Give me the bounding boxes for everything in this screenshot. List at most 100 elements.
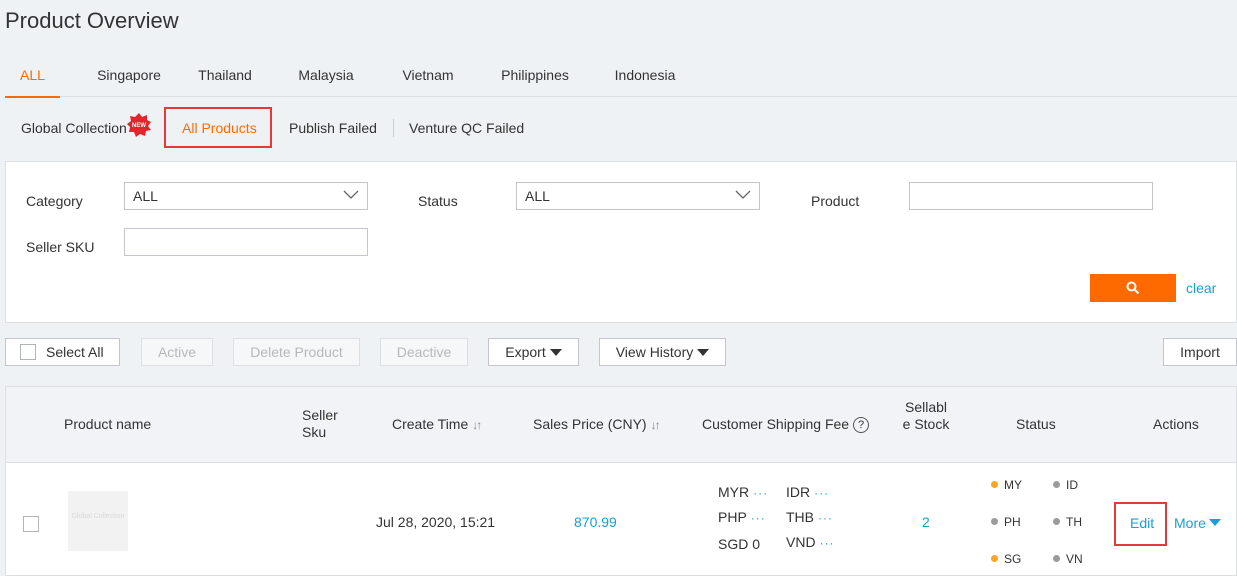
status-dot-icon: [991, 555, 998, 562]
chevron-down-icon: [343, 190, 359, 199]
status-dot-icon: [1053, 555, 1060, 562]
import-button[interactable]: Import: [1163, 338, 1237, 366]
col-sellable-stock: Sellable Stock: [902, 399, 950, 432]
row-checkbox[interactable]: [23, 516, 39, 532]
select-all-checkbox[interactable]: [20, 344, 36, 360]
shipping-myr[interactable]: MYR ···: [718, 484, 768, 500]
active-button[interactable]: Active: [141, 338, 213, 366]
tab-thailand[interactable]: Thailand: [190, 56, 260, 97]
sort-icon[interactable]: ↓↑: [651, 418, 661, 432]
status-dot-icon: [1053, 518, 1060, 525]
col-create-time[interactable]: Create Time ↓↑: [392, 416, 482, 432]
sub-tabs: Global Collection NEW All Products Publi…: [5, 104, 605, 150]
chevron-down-icon: [735, 190, 751, 199]
select-all-label: Select All: [46, 344, 104, 360]
sort-icon[interactable]: ↓↑: [472, 418, 482, 432]
export-label: Export: [505, 344, 546, 360]
status-my: MY: [991, 478, 1022, 492]
currency-label: VND: [786, 534, 816, 550]
status-th: TH: [1053, 515, 1082, 529]
search-button[interactable]: [1090, 274, 1176, 302]
row-sales-price[interactable]: 870.99: [574, 514, 617, 530]
status-label: TH: [1066, 515, 1082, 529]
country-tabs: ALL Singapore Thailand Malaysia Vietnam …: [5, 56, 1237, 98]
more-dots-icon: ···: [814, 486, 830, 500]
new-badge-icon: NEW: [127, 113, 151, 137]
status-id: ID: [1053, 478, 1078, 492]
caret-down-icon: [549, 349, 562, 356]
search-icon: [1126, 281, 1140, 295]
currency-label: PHP: [718, 509, 747, 525]
col-status: Status: [1016, 416, 1056, 432]
clear-link[interactable]: clear: [1186, 280, 1216, 296]
more-dots-icon: ···: [818, 511, 833, 525]
currency-label: SGD: [718, 536, 749, 552]
view-history-button[interactable]: View History: [599, 338, 726, 366]
subtab-global-collection[interactable]: Global Collection: [21, 104, 127, 148]
page-title: Product Overview: [5, 8, 179, 33]
more-dropdown[interactable]: More: [1174, 515, 1221, 531]
more-dots-icon: ···: [750, 511, 766, 525]
help-icon[interactable]: ?: [853, 417, 870, 433]
col-actions: Actions: [1153, 416, 1199, 432]
subtab-publish-failed[interactable]: Publish Failed: [289, 104, 377, 148]
caret-down-icon: [1208, 519, 1221, 526]
status-label: VN: [1066, 552, 1083, 566]
edit-link[interactable]: Edit: [1130, 515, 1154, 531]
shipping-php[interactable]: PHP ···: [718, 509, 766, 525]
currency-label: IDR: [786, 484, 811, 500]
seller-sku-input[interactable]: [124, 228, 368, 256]
shipping-idr[interactable]: IDR ···: [786, 484, 829, 500]
category-label: Category: [26, 193, 83, 209]
create-time-label: Create Time: [392, 416, 469, 432]
tab-philippines[interactable]: Philippines: [495, 56, 575, 97]
status-label: PH: [1004, 515, 1021, 529]
view-history-label: View History: [615, 344, 694, 360]
currency-label: MYR: [718, 484, 750, 500]
more-dots-icon: ···: [753, 486, 769, 500]
tab-singapore[interactable]: Singapore: [82, 56, 176, 97]
more-dots-icon: ···: [819, 536, 835, 550]
shipping-fee-label: Customer Shipping Fee: [702, 416, 850, 432]
col-product-name: Product name: [64, 416, 152, 432]
select-all-button[interactable]: Select All: [5, 338, 120, 366]
product-input[interactable]: [909, 182, 1153, 210]
status-select[interactable]: ALL: [516, 182, 760, 210]
tab-divider: [393, 119, 394, 137]
subtab-all-products[interactable]: All Products: [182, 104, 257, 148]
product-thumbnail[interactable]: Global Collection: [68, 491, 128, 551]
caret-down-icon: [697, 349, 710, 356]
tab-all[interactable]: ALL: [5, 56, 60, 98]
export-button[interactable]: Export: [488, 338, 579, 366]
col-seller-sku: Seller Sku: [302, 407, 338, 440]
filter-panel: Category ALL Status ALL Product Seller S…: [5, 161, 1237, 323]
tab-indonesia[interactable]: Indonesia: [609, 56, 681, 97]
shipping-vnd[interactable]: VND ···: [786, 534, 835, 550]
shipping-thb[interactable]: THB ···: [786, 509, 833, 525]
category-select[interactable]: ALL: [124, 182, 368, 210]
currency-label: THB: [786, 509, 814, 525]
tab-vietnam[interactable]: Vietnam: [394, 56, 462, 97]
product-label: Product: [811, 193, 860, 209]
sales-price-label: Sales Price (CNY): [533, 416, 647, 432]
shipping-sgd: SGD 0: [718, 536, 760, 552]
subtab-venture-qc-failed[interactable]: Venture QC Failed: [409, 104, 524, 148]
deactive-button[interactable]: Deactive: [380, 338, 468, 366]
status-sg: SG: [991, 552, 1021, 566]
status-label: ID: [1066, 478, 1078, 492]
svg-text:NEW: NEW: [132, 123, 146, 129]
status-label: Status: [418, 193, 458, 209]
row-stock[interactable]: 2: [922, 514, 930, 530]
col-sales-price[interactable]: Sales Price (CNY) ↓↑: [533, 416, 661, 432]
category-value: ALL: [133, 188, 158, 204]
tab-malaysia[interactable]: Malaysia: [290, 56, 362, 97]
status-vn: VN: [1053, 552, 1083, 566]
products-table: Product name Seller Sku Create Time ↓↑ Sa…: [5, 386, 1237, 576]
status-label: MY: [1004, 478, 1022, 492]
delete-product-button[interactable]: Delete Product: [233, 338, 360, 366]
status-label: SG: [1004, 552, 1022, 566]
status-value: ALL: [525, 188, 550, 204]
status-dot-icon: [1053, 481, 1060, 488]
table-header: Product name Seller Sku Create Time ↓↑ Sa…: [6, 387, 1236, 463]
sgd-value: 0: [752, 536, 761, 552]
